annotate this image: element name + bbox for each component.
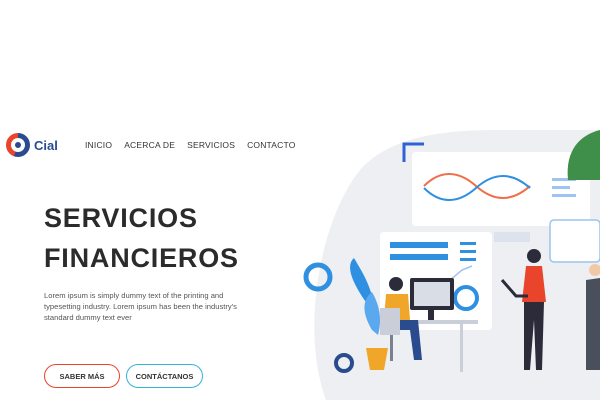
hero-description: Lorem ipsum is simply dummy text of the …: [44, 291, 237, 322]
stats-bar: [390, 242, 448, 248]
monitor-screen: [414, 282, 450, 306]
brand-name: Cial: [34, 137, 58, 153]
main-menu: INICIO ACERCA DE SERVICIOS CONTACTO: [85, 140, 296, 150]
saber-mas-button[interactable]: SABER MÁS: [44, 364, 120, 388]
person-head: [389, 277, 403, 291]
chart-legend-line: [552, 194, 576, 197]
desk-leg: [460, 324, 463, 372]
nav-link-acerca-de[interactable]: ACERCA DE: [124, 140, 175, 150]
chart-legend-line: [552, 186, 570, 189]
person-partial: [586, 278, 600, 370]
hero-title: SERVICIOS FINANCIEROS: [44, 198, 304, 278]
hero-title-line-1: SERVICIOS: [44, 203, 198, 233]
nav-link-contacto[interactable]: CONTACTO: [247, 140, 296, 150]
contactanos-button[interactable]: CONTÁCTANOS: [126, 364, 203, 388]
hero-title-line-2: FINANCIEROS: [44, 243, 239, 273]
financial-team-illustration: [290, 129, 600, 400]
person-head: [527, 249, 541, 263]
brand-logo[interactable]: Cial: [6, 133, 58, 157]
logo-icon: [6, 133, 30, 157]
stats-line: [460, 258, 476, 261]
stats-line: [460, 250, 476, 253]
nav-link-inicio[interactable]: INICIO: [85, 140, 112, 150]
side-card: [549, 219, 600, 263]
monitor-stand: [428, 310, 434, 320]
stats-bar: [390, 254, 448, 260]
illustration-svg: [303, 129, 600, 400]
chair-back: [380, 308, 400, 335]
stats-line: [460, 242, 476, 245]
chair-leg: [390, 335, 393, 361]
nav-link-servicios[interactable]: SERVICIOS: [187, 140, 235, 150]
grey-panel: [494, 232, 530, 242]
